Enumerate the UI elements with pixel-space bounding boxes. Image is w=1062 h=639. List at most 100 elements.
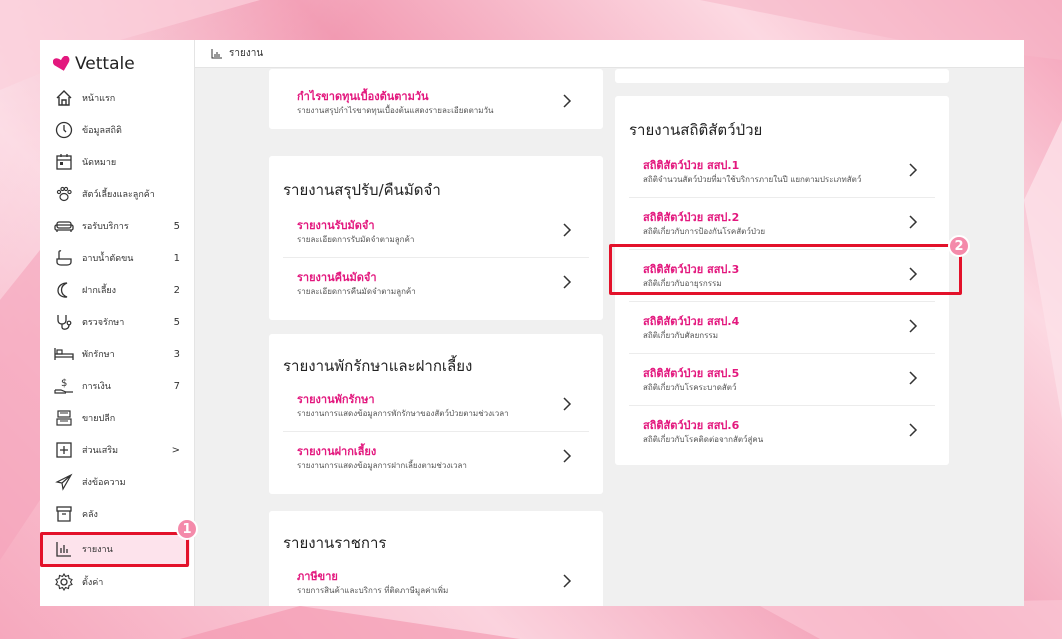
row-description: สถิติจำนวนสัตว์ป่วยที่มาใช้บริการภายในปี…: [643, 175, 862, 184]
paw-icon: [54, 184, 74, 204]
count-badge: 5: [173, 220, 180, 232]
row-description: รายงานการแสดงข้อมูลการฝากเลี้ยงตามช่วงเว…: [297, 461, 467, 470]
sidebar-item-reports[interactable]: รายงาน: [40, 533, 190, 565]
government-report-card: รายงานราชการ ภาษีขาย รายการสินค้าและบริก…: [269, 511, 603, 606]
report-row-sales-tax[interactable]: ภาษีขาย รายการสินค้าและบริการ ที่ติดภาษี…: [283, 557, 589, 606]
sidebar-item-home[interactable]: หน้าแรก: [40, 82, 190, 114]
report-row-ssp6[interactable]: สถิติสัตว์ป่วย สสป.6 สถิติเกี่ยวกับโรคติ…: [629, 406, 935, 458]
sidebar-item-retail[interactable]: ขายปลีก: [40, 402, 190, 434]
chevron-right-icon: [909, 423, 918, 437]
sidebar-item-label: อาบน้ำตัดขน: [82, 254, 134, 264]
row-description: รายการสินค้าและบริการ ที่ติดภาษีมูลค่าเพ…: [297, 586, 449, 595]
chevron-right-icon: [563, 94, 572, 108]
sidebar-item-label: คลัง: [82, 510, 98, 520]
card-title: รายงานสรุปรับ/คืนมัดจำ: [283, 181, 441, 199]
sidebar-item-settings[interactable]: ตั้งค่า: [40, 566, 190, 598]
sidebar-item-label: รอรับบริการ: [82, 222, 129, 232]
patient-stats-card: รายงานสถิติสัตว์ป่วย สถิติสัตว์ป่วย สสป.…: [615, 96, 949, 465]
row-description: สถิติเกี่ยวกับโรคระบาดสัตว์: [643, 383, 737, 392]
report-row-deposit-returned[interactable]: รายงานคืนมัดจำ รายละเอียดการคืนมัดจำตามล…: [283, 258, 589, 310]
row-description: สถิติเกี่ยวกับการป้องกันโรคสัตว์ป่วย: [643, 227, 766, 236]
brand-logo[interactable]: Vettale: [53, 54, 135, 74]
sidebar-item-label: ตั้งค่า: [82, 578, 104, 588]
row-description: รายละเอียดการรับมัดจำตามลูกค้า: [297, 235, 415, 244]
row-title: สถิติสัตว์ป่วย สสป.2: [643, 211, 740, 224]
row-title: สถิติสัตว์ป่วย สสป.6: [643, 419, 740, 432]
report-row-ssp1[interactable]: สถิติสัตว์ป่วย สสป.1 สถิติจำนวนสัตว์ป่วย…: [629, 146, 935, 198]
profit-report-card: กำไรขาดทุนเบื้องต้นตามวัน รายงานสรุปกำไร…: [269, 69, 603, 129]
bar-chart-icon: [211, 48, 222, 58]
report-row-ssp3[interactable]: สถิติสัตว์ป่วย สสป.3 สถิติเกี่ยวกับอายุร…: [629, 250, 935, 302]
chevron-right-icon: [563, 449, 572, 463]
sidebar-item-boarding[interactable]: ฝากเลี้ยง 2: [40, 274, 190, 306]
breadcrumb: รายงาน: [195, 40, 1024, 68]
sidebar-item-inpatient[interactable]: พักรักษา 3: [40, 338, 190, 370]
row-description: สถิติเกี่ยวกับโรคติดต่อจากสัตว์สู่คน: [643, 435, 764, 444]
stethoscope-icon: [54, 312, 74, 332]
count-badge: 7: [173, 380, 180, 392]
report-row-boarding[interactable]: รายงานฝากเลี้ยง รายงานการแสดงข้อมูลการฝา…: [283, 432, 589, 484]
chevron-right-icon: [909, 163, 918, 177]
sidebar-item-finance[interactable]: $ การเงิน 7: [40, 370, 190, 402]
sidebar-item-statistics[interactable]: ข้อมูลสถิติ: [40, 114, 190, 146]
dashboard-icon: [54, 120, 74, 140]
sidebar-item-grooming[interactable]: อาบน้ำตัดขน 1: [40, 242, 190, 274]
sidebar-item-label: ส่งข้อความ: [82, 478, 126, 488]
sidebar-item-examination[interactable]: ตรวจรักษา 5: [40, 306, 190, 338]
sidebar-item-messages[interactable]: ส่งข้อความ: [40, 466, 190, 498]
sidebar-item-label: ขายปลีก: [82, 414, 116, 424]
chevron-right-icon: >: [171, 444, 180, 456]
row-description: รายละเอียดการคืนมัดจำตามลูกค้า: [297, 287, 416, 296]
home-icon: [54, 88, 74, 108]
report-row-ssp5[interactable]: สถิติสัตว์ป่วย สสป.5 สถิติเกี่ยวกับโรคระ…: [629, 354, 935, 406]
sofa-icon: [54, 216, 74, 236]
sidebar-item-inventory[interactable]: คลัง: [40, 498, 190, 530]
moon-icon: [54, 280, 74, 300]
report-row-ssp2[interactable]: สถิติสัตว์ป่วย สสป.2 สถิติเกี่ยวกับการป้…: [629, 198, 935, 250]
row-title: รายงานรับมัดจำ: [297, 219, 375, 232]
sidebar-item-pets-customers[interactable]: สัตว์เลี้ยงและลูกค้า: [40, 178, 190, 210]
row-description: สถิติเกี่ยวกับศัลยกรรม: [643, 331, 718, 340]
partial-card: [615, 69, 949, 83]
archive-icon: [54, 504, 74, 524]
count-badge: 3: [173, 348, 180, 360]
sidebar-item-label: การเงิน: [82, 382, 111, 392]
row-title: รายงานฝากเลี้ยง: [297, 445, 377, 458]
row-description: สถิติเกี่ยวกับอายุรกรรม: [643, 279, 722, 288]
report-row-deposit-received[interactable]: รายงานรับมัดจำ รายละเอียดการรับมัดจำตามล…: [283, 206, 589, 258]
sidebar-item-appointments[interactable]: นัดหมาย: [40, 146, 190, 178]
sidebar-item-label: นัดหมาย: [82, 158, 117, 168]
heart-icon: [53, 56, 70, 71]
sidebar-item-label: ส่วนเสริม: [82, 446, 119, 456]
step-badge-1: 1: [176, 518, 198, 540]
chevron-right-icon: [909, 371, 918, 385]
bar-chart-icon: [54, 539, 74, 559]
sidebar-item-label: ฝากเลี้ยง: [82, 286, 117, 296]
row-title: ภาษีขาย: [297, 570, 338, 583]
report-row-inpatient[interactable]: รายงานพักรักษา รายงานการแสดงข้อมูลการพัก…: [283, 380, 589, 432]
step-badge-2: 2: [948, 235, 970, 257]
sidebar-item-label: ข้อมูลสถิติ: [82, 126, 122, 136]
boarding-report-card: รายงานพักรักษาและฝากเลี้ยง รายงานพักรักษ…: [269, 334, 603, 494]
row-title: สถิติสัตว์ป่วย สสป.3: [643, 263, 740, 276]
bathtub-icon: [54, 248, 74, 268]
sidebar-item-label: หน้าแรก: [82, 94, 116, 104]
chevron-right-icon: [909, 215, 918, 229]
row-title: รายงานพักรักษา: [297, 393, 375, 406]
bed-icon: [54, 344, 74, 364]
calendar-icon: [54, 152, 74, 172]
row-title: รายงานคืนมัดจำ: [297, 271, 377, 284]
card-title: รายงานสถิติสัตว์ป่วย: [629, 121, 763, 139]
chevron-right-icon: [563, 574, 572, 588]
report-row-ssp4[interactable]: สถิติสัตว์ป่วย สสป.4 สถิติเกี่ยวกับศัลยก…: [629, 302, 935, 354]
row-title: สถิติสัตว์ป่วย สสป.5: [643, 367, 740, 380]
count-badge: 1: [173, 252, 180, 264]
sidebar-item-label: ตรวจรักษา: [82, 318, 125, 328]
card-title: รายงานราชการ: [283, 534, 387, 552]
breadcrumb-label: รายงาน: [229, 48, 264, 59]
sidebar-item-label: สัตว์เลี้ยงและลูกค้า: [82, 190, 155, 200]
report-row-daily-profit[interactable]: กำไรขาดทุนเบื้องต้นตามวัน รายงานสรุปกำไร…: [283, 77, 589, 129]
sidebar-item-addons[interactable]: ส่วนเสริม >: [40, 434, 190, 466]
sidebar-item-waiting[interactable]: รอรับบริการ 5: [40, 210, 190, 242]
cash-register-icon: [54, 408, 74, 428]
